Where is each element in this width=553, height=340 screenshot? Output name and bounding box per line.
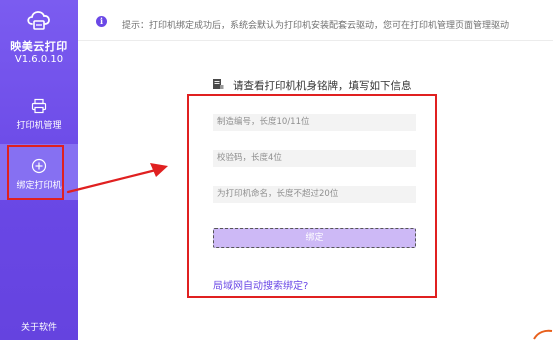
lan-auto-search-link[interactable]: 局域网自动搜索绑定? xyxy=(213,277,308,292)
red-arrow-annotation xyxy=(66,163,168,194)
printer-name-input[interactable] xyxy=(213,186,416,203)
info-icon: i xyxy=(96,16,107,27)
corner-decoration-icon xyxy=(533,329,553,340)
sidebar-item-about[interactable]: 关于软件 xyxy=(0,318,78,338)
check-code-input[interactable] xyxy=(213,150,416,167)
tip-bar: i 提示：打印机绑定成功后，系统会默认为打印机安装配套云驱动，您可在打印机管理页… xyxy=(78,12,553,34)
sidebar-item-label: 打印机管理 xyxy=(16,121,62,131)
header-divider xyxy=(78,40,553,41)
serial-number-input[interactable] xyxy=(213,114,416,131)
bind-button[interactable]: 绑定 xyxy=(213,228,416,248)
form-title: 请查看打印机机身铭牌，填写如下信息 xyxy=(213,78,412,93)
cloud-printer-logo-icon xyxy=(27,11,50,30)
plus-circle-icon xyxy=(31,158,47,174)
sidebar-item-printer-management[interactable]: 打印机管理 xyxy=(0,96,78,136)
app-version: V1.6.0.10 xyxy=(14,54,64,65)
app-name: 映美云打印 xyxy=(10,40,68,53)
about-label: 关于软件 xyxy=(20,323,57,333)
tip-text: 提示：打印机绑定成功后，系统会默认为打印机安装配套云驱动，您可在打印机管理页面管… xyxy=(122,21,510,31)
printer-icon xyxy=(31,98,47,114)
form-title-text: 请查看打印机机身铭牌，填写如下信息 xyxy=(233,80,412,92)
